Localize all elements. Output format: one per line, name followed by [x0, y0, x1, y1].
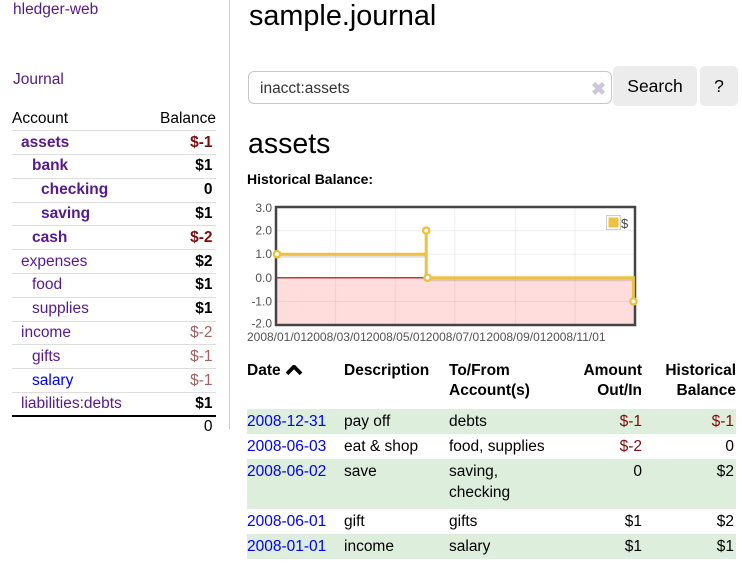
svg-text:2008/03/01: 2008/03/01	[307, 330, 367, 344]
svg-text:2008/07/01: 2008/07/01	[426, 330, 486, 344]
svg-text:2008/01/01: 2008/01/01	[247, 330, 307, 344]
svg-text:2008/09/01: 2008/09/01	[486, 330, 546, 344]
svg-text:2008/05/01: 2008/05/01	[366, 330, 426, 344]
svg-text:-1.0: -1.0	[251, 294, 272, 308]
svg-text:0.0: 0.0	[255, 271, 272, 285]
svg-text:$: $	[621, 216, 629, 231]
svg-text:3.0: 3.0	[255, 201, 272, 215]
svg-text:-2.0: -2.0	[251, 317, 272, 331]
svg-text:1.0: 1.0	[255, 247, 272, 261]
svg-text:2008/11/01: 2008/11/01	[546, 330, 605, 344]
svg-text:2.0: 2.0	[255, 224, 272, 238]
